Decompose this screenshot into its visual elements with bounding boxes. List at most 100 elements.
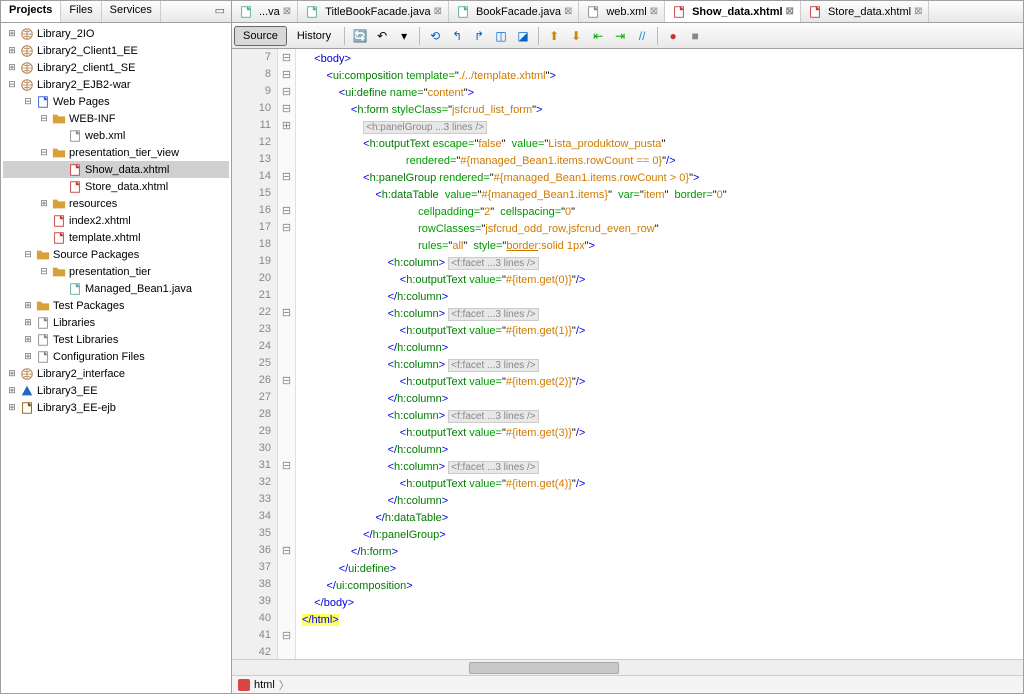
tree-twisty-icon[interactable]: ⊟ bbox=[37, 147, 51, 158]
editor-tab[interactable]: Store_data.xhtml⊠ bbox=[801, 1, 930, 22]
history-button[interactable]: History bbox=[289, 27, 339, 45]
fold-toggle-icon[interactable]: ⊟ bbox=[278, 306, 295, 323]
close-icon[interactable]: ⊠ bbox=[650, 6, 658, 17]
tree-node[interactable]: ⊞Library2_client1_SE bbox=[3, 59, 229, 76]
refresh-icon[interactable]: 🔄 bbox=[350, 26, 370, 46]
editor-tab[interactable]: ...va⊠ bbox=[232, 1, 298, 22]
tree-twisty-icon[interactable]: ⊞ bbox=[5, 385, 19, 396]
fold-toggle-icon[interactable] bbox=[278, 408, 295, 425]
breadcrumb-label[interactable]: html bbox=[254, 679, 275, 691]
fold-toggle-icon[interactable] bbox=[278, 578, 295, 595]
tree-twisty-icon[interactable]: ⊞ bbox=[5, 28, 19, 39]
project-tree[interactable]: ⊞Library_2IO⊞Library2_Client1_EE⊞Library… bbox=[1, 23, 231, 693]
tree-node[interactable]: ⊞Library2_interface bbox=[3, 365, 229, 382]
fold-toggle-icon[interactable] bbox=[278, 289, 295, 306]
fold-toggle-icon[interactable] bbox=[278, 187, 295, 204]
fold-toggle-icon[interactable]: ⊟ bbox=[278, 629, 295, 646]
tree-twisty-icon[interactable]: ⊞ bbox=[5, 62, 19, 73]
comment-icon[interactable]: // bbox=[632, 26, 652, 46]
fold-toggle-icon[interactable] bbox=[278, 510, 295, 527]
tab-files[interactable]: Files bbox=[61, 1, 101, 22]
scrollbar-thumb[interactable] bbox=[469, 662, 619, 674]
close-icon[interactable]: ⊠ bbox=[786, 6, 794, 17]
source-button[interactable]: Source bbox=[234, 26, 287, 46]
tree-twisty-icon[interactable]: ⊞ bbox=[5, 45, 19, 56]
fold-toggle-icon[interactable] bbox=[278, 442, 295, 459]
tree-twisty-icon[interactable]: ⊞ bbox=[37, 198, 51, 209]
tree-twisty-icon[interactable]: ⊞ bbox=[21, 300, 35, 311]
tree-node[interactable]: ⊟presentation_tier_view bbox=[3, 144, 229, 161]
fold-toggle-icon[interactable]: ⊟ bbox=[278, 221, 295, 238]
fold-toggle-icon[interactable]: ⊟ bbox=[278, 102, 295, 119]
editor-tab[interactable]: BookFacade.java⊠ bbox=[449, 1, 579, 22]
fold-toggle-icon[interactable]: ⊟ bbox=[278, 204, 295, 221]
tree-twisty-icon[interactable]: ⊞ bbox=[21, 317, 35, 328]
fold-toggle-icon[interactable] bbox=[278, 561, 295, 578]
find-prev-icon[interactable]: ↰ bbox=[447, 26, 467, 46]
fold-toggle-icon[interactable]: ⊞ bbox=[278, 119, 295, 136]
fold-toggle-icon[interactable]: ⊟ bbox=[278, 170, 295, 187]
tree-node[interactable]: Store_data.xhtml bbox=[3, 178, 229, 195]
minimize-icon[interactable]: ▭ bbox=[209, 1, 231, 22]
tree-twisty-icon[interactable]: ⊞ bbox=[5, 402, 19, 413]
shift-left-icon[interactable]: ⇤ bbox=[588, 26, 608, 46]
tree-twisty-icon[interactable]: ⊟ bbox=[21, 249, 35, 260]
tree-node[interactable]: ⊞Library_2IO bbox=[3, 25, 229, 42]
tab-projects[interactable]: Projects bbox=[1, 1, 61, 22]
tree-node[interactable]: ⊞Library3_EE bbox=[3, 382, 229, 399]
horizontal-scrollbar[interactable] bbox=[232, 659, 1023, 675]
editor-tab[interactable]: Show_data.xhtml⊠ bbox=[665, 1, 801, 22]
tree-node[interactable]: ⊟WEB-INF bbox=[3, 110, 229, 127]
code-editor[interactable]: 7891011121314151617181920212223242526272… bbox=[232, 49, 1023, 659]
toggle-bookmark-icon[interactable]: ◪ bbox=[513, 26, 533, 46]
shift-right-icon[interactable]: ⇥ bbox=[610, 26, 630, 46]
fold-toggle-icon[interactable] bbox=[278, 425, 295, 442]
tree-twisty-icon[interactable]: ⊟ bbox=[5, 79, 19, 90]
forward-icon[interactable]: ▾ bbox=[394, 26, 414, 46]
fold-toggle-icon[interactable] bbox=[278, 136, 295, 153]
back-icon[interactable]: ↶ bbox=[372, 26, 392, 46]
tree-node[interactable]: ⊟presentation_tier bbox=[3, 263, 229, 280]
tree-node[interactable]: ⊞resources bbox=[3, 195, 229, 212]
tree-node[interactable]: ⊞Library3_EE-ejb bbox=[3, 399, 229, 416]
tree-node[interactable]: template.xhtml bbox=[3, 229, 229, 246]
fold-toggle-icon[interactable] bbox=[278, 646, 295, 659]
editor-tab[interactable]: TitleBookFacade.java⊠ bbox=[298, 1, 449, 22]
fold-toggle-icon[interactable] bbox=[278, 323, 295, 340]
fold-toggle-icon[interactable]: ⊟ bbox=[278, 459, 295, 476]
fold-toggle-icon[interactable]: ⊟ bbox=[278, 85, 295, 102]
fold-toggle-icon[interactable] bbox=[278, 476, 295, 493]
fold-toggle-icon[interactable]: ⊟ bbox=[278, 68, 295, 85]
fold-toggle-icon[interactable] bbox=[278, 391, 295, 408]
tree-node[interactable]: index2.xhtml bbox=[3, 212, 229, 229]
fold-toggle-icon[interactable] bbox=[278, 272, 295, 289]
close-icon[interactable]: ⊠ bbox=[283, 6, 291, 17]
prev-bookmark-icon[interactable]: ⬆ bbox=[544, 26, 564, 46]
fold-toggle-icon[interactable] bbox=[278, 595, 295, 612]
tree-node[interactable]: ⊞Test Libraries bbox=[3, 331, 229, 348]
tree-node[interactable]: ⊞Configuration Files bbox=[3, 348, 229, 365]
toggle-highlight-icon[interactable]: ◫ bbox=[491, 26, 511, 46]
editor-tab[interactable]: web.xml⊠ bbox=[579, 1, 665, 22]
fold-toggle-icon[interactable] bbox=[278, 612, 295, 629]
tree-twisty-icon[interactable]: ⊟ bbox=[37, 266, 51, 277]
close-icon[interactable]: ⊠ bbox=[564, 6, 572, 17]
fold-toggle-icon[interactable] bbox=[278, 493, 295, 510]
fold-toggle-icon[interactable] bbox=[278, 357, 295, 374]
fold-toggle-icon[interactable]: ⊟ bbox=[278, 51, 295, 68]
tree-twisty-icon[interactable]: ⊟ bbox=[21, 96, 35, 107]
fold-toggle-icon[interactable]: ⊟ bbox=[278, 374, 295, 391]
fold-toggle-icon[interactable] bbox=[278, 255, 295, 272]
tree-twisty-icon[interactable]: ⊟ bbox=[37, 113, 51, 124]
fold-toggle-icon[interactable]: ⊟ bbox=[278, 544, 295, 561]
fold-toggle-icon[interactable] bbox=[278, 527, 295, 544]
tree-node[interactable]: ⊞Library2_Client1_EE bbox=[3, 42, 229, 59]
tree-twisty-icon[interactable]: ⊞ bbox=[5, 368, 19, 379]
find-selection-icon[interactable]: ⟲ bbox=[425, 26, 445, 46]
tree-node[interactable]: Show_data.xhtml bbox=[3, 161, 229, 178]
tree-node[interactable]: Managed_Bean1.java bbox=[3, 280, 229, 297]
close-icon[interactable]: ⊠ bbox=[914, 6, 922, 17]
tree-node[interactable]: web.xml bbox=[3, 127, 229, 144]
code-content[interactable]: <body> <ui:composition template="./../te… bbox=[296, 49, 1023, 659]
fold-gutter[interactable]: ⊟⊟⊟⊟⊞⊟⊟⊟⊟⊟⊟⊟⊟ bbox=[278, 49, 296, 659]
